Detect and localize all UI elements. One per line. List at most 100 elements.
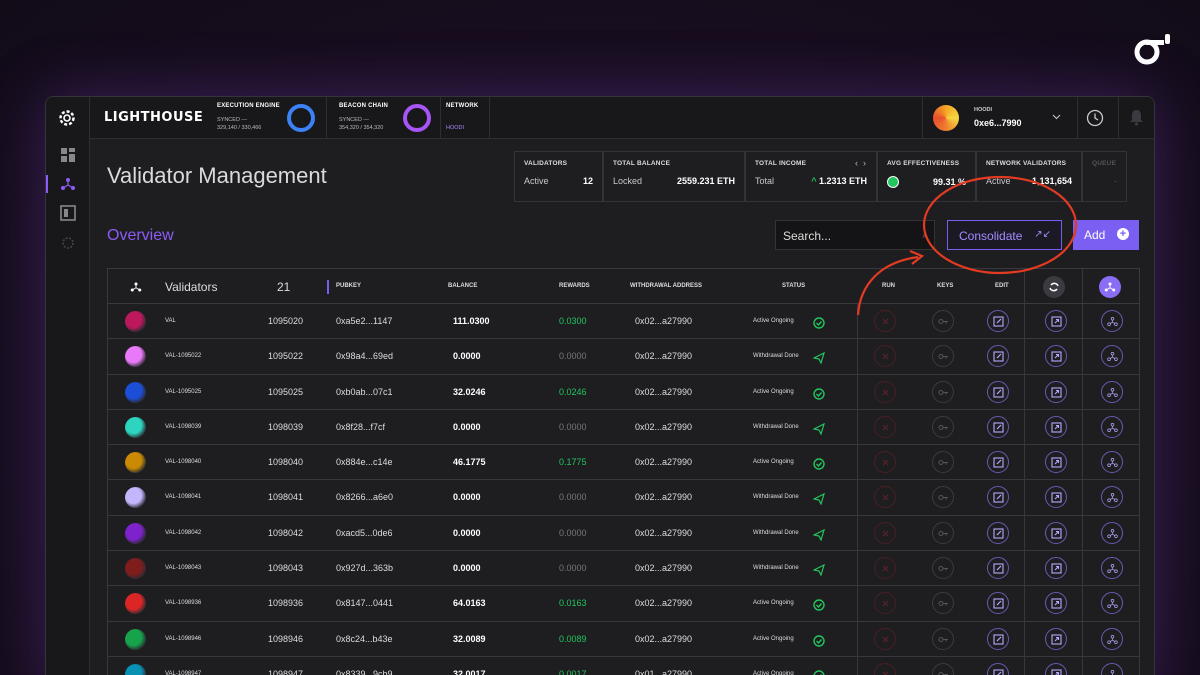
validator-pubkey[interactable]: 0x8f28...f7cf	[336, 422, 385, 432]
validator-pubkey[interactable]: 0x8c24...b43e	[336, 634, 393, 644]
validator-pubkey[interactable]: 0xacd5...0de6	[336, 528, 393, 538]
validator-actions-button[interactable]	[1101, 345, 1123, 368]
validator-withdrawal-address[interactable]: 0x02...a27990	[635, 351, 692, 361]
run-button[interactable]	[874, 486, 896, 509]
validator-withdrawal-address[interactable]: 0x02...a27990	[635, 316, 692, 326]
validator-pubkey[interactable]: 0x927d...363b	[336, 563, 393, 573]
network-actions-button[interactable]	[1099, 276, 1121, 298]
validator-withdrawal-address[interactable]: 0x01...a27990	[635, 669, 692, 675]
exit-validator-button[interactable]	[1045, 451, 1067, 474]
run-button[interactable]	[874, 627, 896, 650]
run-button[interactable]	[874, 592, 896, 615]
validator-name[interactable]: VAL-1098947	[165, 671, 201, 675]
validator-pubkey[interactable]: 0x884e...c14e	[336, 457, 393, 467]
edit-button[interactable]	[987, 380, 1009, 403]
validator-withdrawal-address[interactable]: 0x02...a27990	[635, 528, 692, 538]
income-period-arrows-icon[interactable]: ‹ ›	[855, 158, 866, 168]
validator-withdrawal-address[interactable]: 0x02...a27990	[635, 457, 692, 467]
chevron-down-icon[interactable]	[1052, 114, 1061, 120]
keys-button[interactable]	[932, 662, 954, 675]
keys-button[interactable]	[932, 451, 954, 474]
keys-button[interactable]	[932, 486, 954, 509]
validator-pubkey[interactable]: 0x98a4...69ed	[336, 351, 393, 361]
validator-name[interactable]: VAL	[165, 318, 176, 324]
edit-button[interactable]	[987, 662, 1009, 675]
exit-validator-button[interactable]	[1045, 521, 1067, 544]
edit-button[interactable]	[987, 521, 1009, 544]
validator-pubkey[interactable]: 0xb0ab...07c1	[336, 387, 393, 397]
account-address[interactable]: 0xe6...7990	[974, 118, 1022, 128]
exit-validator-button[interactable]	[1045, 486, 1067, 509]
validator-pubkey[interactable]: 0x8266...a6e0	[336, 492, 393, 502]
run-button[interactable]	[874, 415, 896, 438]
validator-withdrawal-address[interactable]: 0x02...a27990	[635, 422, 692, 432]
validator-actions-button[interactable]	[1101, 486, 1123, 509]
validator-actions-button[interactable]	[1101, 451, 1123, 474]
table-row[interactable]: VAL-1095025 1095025 0xb0ab...07c1 32.024…	[107, 374, 1140, 410]
validator-pubkey[interactable]: 0x8339...9cb9	[336, 669, 393, 675]
edit-button[interactable]	[987, 486, 1009, 509]
keys-button[interactable]	[932, 592, 954, 615]
keys-button[interactable]	[932, 310, 954, 332]
logs-icon[interactable]	[60, 205, 76, 221]
validator-actions-button[interactable]	[1101, 627, 1123, 650]
settings-gear-icon[interactable]	[58, 109, 76, 127]
exit-validator-button[interactable]	[1045, 662, 1067, 675]
exit-validator-button[interactable]	[1045, 557, 1067, 580]
table-row[interactable]: VAL-1098042 1098042 0xacd5...0de6 0.0000…	[107, 515, 1140, 552]
validator-actions-button[interactable]	[1101, 662, 1123, 675]
keys-button[interactable]	[932, 380, 954, 403]
validator-name[interactable]: VAL-1098936	[165, 600, 201, 606]
edit-button[interactable]	[987, 415, 1009, 438]
table-row[interactable]: VAL 1095020 0xa5e2...1147 111.0300 0.030…	[107, 304, 1140, 340]
validator-actions-button[interactable]	[1101, 310, 1123, 332]
keys-button[interactable]	[932, 345, 954, 368]
edit-button[interactable]	[987, 557, 1009, 580]
validator-actions-button[interactable]	[1101, 415, 1123, 438]
overview-tab[interactable]: Overview	[107, 227, 174, 245]
validator-name[interactable]: VAL-1098042	[165, 530, 201, 536]
validator-withdrawal-address[interactable]: 0x02...a27990	[635, 563, 692, 573]
validator-withdrawal-address[interactable]: 0x02...a27990	[635, 598, 692, 608]
run-button[interactable]	[874, 521, 896, 544]
validator-name[interactable]: VAL-1098040	[165, 459, 201, 465]
validator-name[interactable]: VAL-1098041	[165, 494, 201, 500]
validator-actions-button[interactable]	[1101, 380, 1123, 403]
consolidate-button[interactable]: Consolidate ↗↙	[947, 220, 1062, 250]
table-row[interactable]: VAL-1098936 1098936 0x8147...0441 64.016…	[107, 586, 1140, 622]
validator-name[interactable]: VAL-1095022	[165, 353, 201, 359]
edit-button[interactable]	[987, 627, 1009, 650]
validator-actions-button[interactable]	[1101, 557, 1123, 580]
search-input[interactable]: Search... ⌕	[775, 220, 935, 250]
table-row[interactable]: VAL-1098041 1098041 0x8266...a6e0 0.0000…	[107, 480, 1140, 516]
history-clock-icon[interactable]	[1086, 109, 1104, 127]
validator-withdrawal-address[interactable]: 0x02...a27990	[635, 634, 692, 644]
table-row[interactable]: VAL-1098947 1098947 0x8339...9cb9 32.001…	[107, 656, 1140, 675]
validator-pubkey[interactable]: 0x8147...0441	[336, 598, 393, 608]
validator-actions-button[interactable]	[1101, 521, 1123, 544]
exit-validator-button[interactable]	[1045, 627, 1067, 650]
validator-withdrawal-address[interactable]: 0x02...a27990	[635, 492, 692, 502]
run-button[interactable]	[874, 662, 896, 675]
validator-name[interactable]: VAL-1098039	[165, 424, 201, 430]
keys-button[interactable]	[932, 521, 954, 544]
add-validator-button[interactable]: Add +	[1073, 220, 1139, 250]
table-row[interactable]: VAL-1098040 1098040 0x884e...c14e 46.177…	[107, 445, 1140, 481]
dashboard-icon[interactable]	[60, 147, 76, 163]
edit-button[interactable]	[987, 451, 1009, 474]
validator-name[interactable]: VAL-1098946	[165, 636, 201, 642]
exit-validator-button[interactable]	[1045, 415, 1067, 438]
validator-pubkey[interactable]: 0xa5e2...1147	[336, 316, 392, 326]
run-button[interactable]	[874, 310, 896, 332]
run-button[interactable]	[874, 345, 896, 368]
exit-validator-button[interactable]	[1045, 380, 1067, 403]
edit-button[interactable]	[987, 345, 1009, 368]
keys-button[interactable]	[932, 557, 954, 580]
exit-validator-button[interactable]	[1045, 345, 1067, 368]
validator-name[interactable]: VAL-1095025	[165, 389, 201, 395]
validators-nodes-icon[interactable]	[60, 176, 76, 192]
validator-name[interactable]: VAL-1098043	[165, 565, 201, 571]
account-avatar[interactable]	[933, 105, 959, 131]
exit-validator-button[interactable]	[1045, 310, 1067, 332]
edit-button[interactable]	[987, 310, 1009, 332]
